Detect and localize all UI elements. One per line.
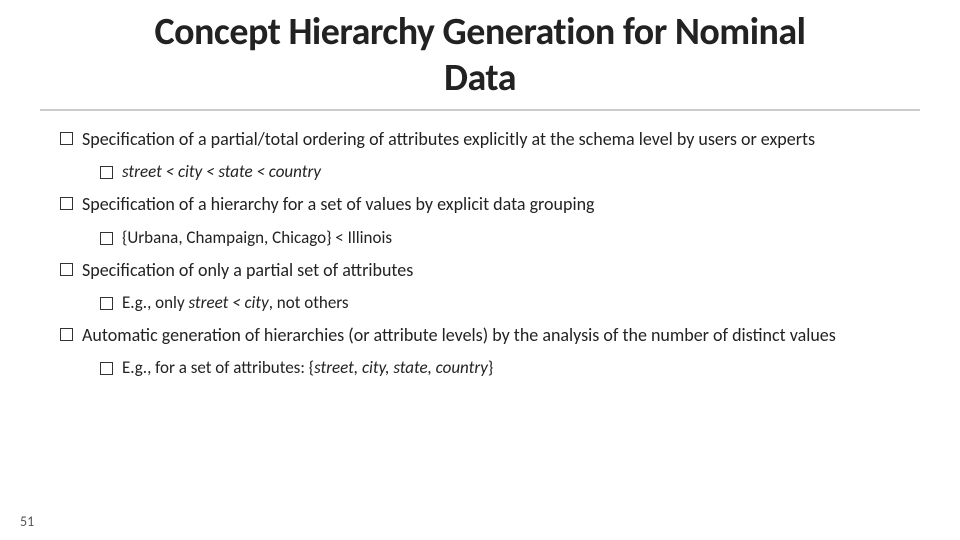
sub-bullet-icon xyxy=(100,161,122,183)
sub-bullet-text: E.g., only street < city, not others xyxy=(122,292,349,315)
list-item: E.g., for a set of attributes: {street, … xyxy=(100,357,920,380)
slide-number: 51 xyxy=(20,513,34,530)
bullet-icon xyxy=(60,192,82,215)
content-area: Specification of a partial/total orderin… xyxy=(40,127,920,380)
sub-bullet-icon xyxy=(100,357,122,379)
list-item: Specification of a partial/total orderin… xyxy=(60,127,920,151)
list-item: Specification of only a partial set of a… xyxy=(60,258,920,282)
list-item: E.g., only street < city, not others xyxy=(100,292,920,315)
list-item: Automatic generation of hierarchies (or … xyxy=(60,323,920,347)
list-item: Specification of a hierarchy for a set o… xyxy=(60,192,920,216)
title-line1: Concept Hierarchy Generation for Nominal xyxy=(154,9,805,55)
sub-bullet-text: {Urbana, Champaign, Chicago} < Illinois xyxy=(122,227,392,250)
slide-title: Concept Hierarchy Generation for Nominal… xyxy=(40,10,920,101)
slide-container: Concept Hierarchy Generation for Nominal… xyxy=(0,0,960,540)
sub-bullet-icon xyxy=(100,227,122,249)
bullet-icon xyxy=(60,127,82,150)
sub-bullet-icon xyxy=(100,292,122,314)
bullet-text: Specification of a partial/total orderin… xyxy=(82,127,815,151)
bullet-text: Specification of only a partial set of a… xyxy=(82,258,413,282)
title-area: Concept Hierarchy Generation for Nominal… xyxy=(40,0,920,111)
bullet-text: Automatic generation of hierarchies (or … xyxy=(82,323,836,347)
list-item: {Urbana, Champaign, Chicago} < Illinois xyxy=(100,227,920,250)
title-line2: Data xyxy=(444,55,516,101)
bullet-icon xyxy=(60,258,82,281)
bullet-icon xyxy=(60,323,82,346)
sub-bullet-text: E.g., for a set of attributes: {street, … xyxy=(122,357,493,380)
sub-bullet-text: street < city < state < country xyxy=(122,161,321,184)
list-item: street < city < state < country xyxy=(100,161,920,184)
bullet-text: Specification of a hierarchy for a set o… xyxy=(82,192,595,216)
